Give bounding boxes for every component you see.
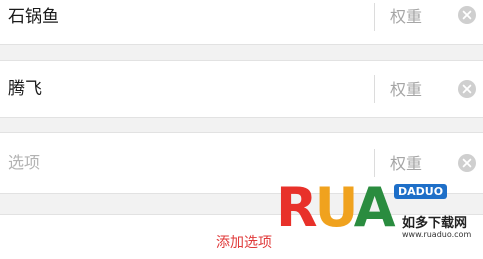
option-row-2: 腾飞 权重	[0, 60, 483, 118]
divider	[374, 149, 375, 177]
watermark-logo: RUA DADUO 如多下载网 www.ruaduo.com	[276, 178, 472, 259]
watermark-site-name: 如多下载网	[402, 216, 468, 231]
watermark-letter: U	[314, 176, 357, 239]
clear-icon	[458, 6, 476, 24]
watermark-url: www.ruaduo.com	[402, 230, 472, 239]
divider	[374, 3, 375, 31]
weight-input-3[interactable]: 权重	[390, 154, 422, 174]
watermark-letter: A	[353, 176, 396, 239]
weight-input-2[interactable]: 权重	[390, 80, 422, 100]
watermark-tag: DADUO	[394, 184, 448, 199]
divider	[374, 75, 375, 103]
watermark-letter: R	[276, 176, 318, 239]
clear-icon	[458, 154, 476, 172]
clear-option-2-button[interactable]	[458, 80, 476, 98]
weight-input-1[interactable]: 权重	[390, 7, 422, 27]
watermark-letters: RUA	[276, 176, 396, 239]
clear-option-3-button[interactable]	[458, 154, 476, 172]
option-input-1[interactable]: 石锅鱼	[8, 7, 59, 27]
option-input-2[interactable]: 腾飞	[8, 79, 42, 99]
vote-options-editor: 石锅鱼 权重 腾飞 权重 选项 权重 添加选项 RUA DADUO 如多下载网 …	[0, 0, 483, 259]
option-input-3[interactable]: 选项	[8, 153, 40, 173]
option-row-1: 石锅鱼 权重	[0, 0, 483, 45]
clear-option-1-button[interactable]	[458, 6, 476, 24]
add-option-button[interactable]: 添加选项	[216, 235, 272, 251]
clear-icon	[458, 80, 476, 98]
